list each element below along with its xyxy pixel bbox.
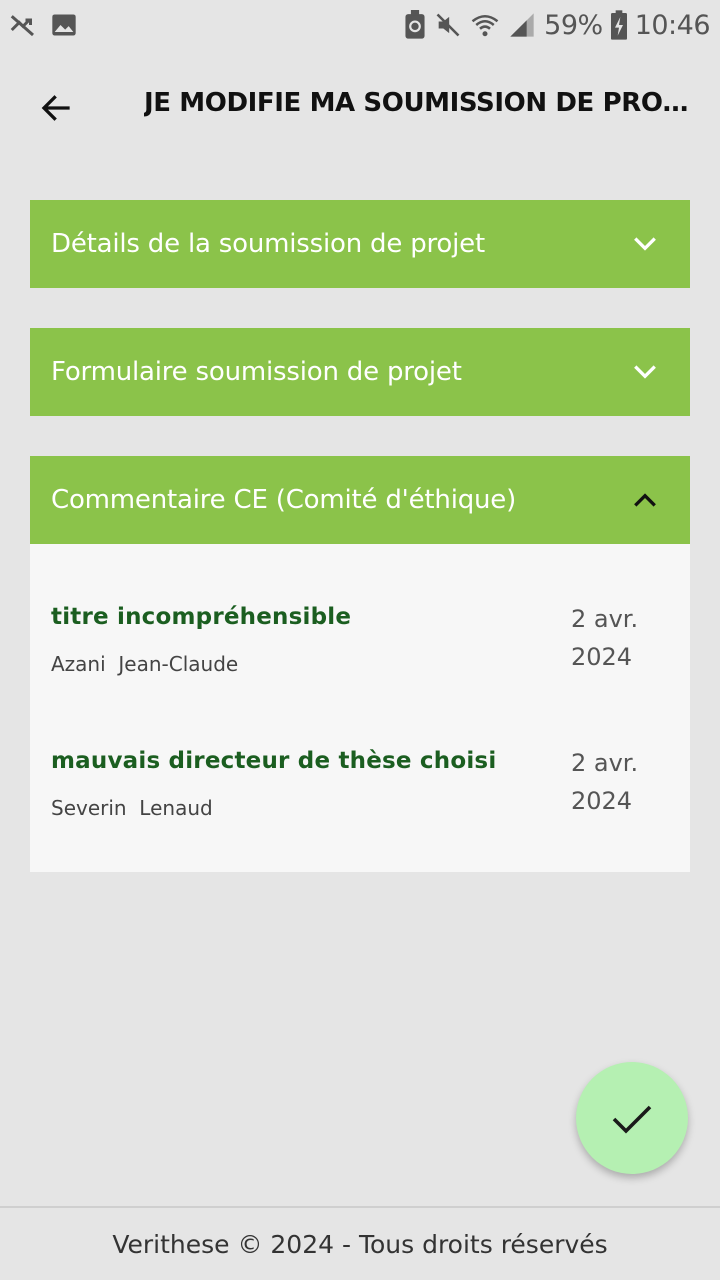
comment-date: 2 avr. 2024 xyxy=(571,744,661,820)
clock: 10:46 xyxy=(634,9,711,41)
back-button[interactable] xyxy=(28,80,84,136)
check-icon xyxy=(612,1105,652,1134)
panel-header-formulaire[interactable]: Formulaire soumission de projet xyxy=(30,328,690,416)
comment-author: Azani Jean-Claude xyxy=(51,652,239,676)
comment-title: titre incompréhensible xyxy=(51,604,352,630)
screen: 59% 10:46 JE MODIFIE MA SOUMISSION DE PR… xyxy=(0,0,720,1280)
chevron-up-icon xyxy=(630,485,660,515)
cell-signal-icon xyxy=(508,11,536,39)
status-bar: 59% 10:46 xyxy=(0,0,720,50)
comment-date-day: 2 avr. xyxy=(571,749,639,777)
panel-body-commentaire: titre incompréhensible Azani Jean-Claude… xyxy=(30,544,690,872)
comment-date-year: 2024 xyxy=(571,643,633,671)
comment-date: 2 avr. 2024 xyxy=(571,600,661,676)
app-bar: JE MODIFIE MA SOUMISSION DE PROJ... xyxy=(0,60,720,152)
comment-date-year: 2024 xyxy=(571,787,633,815)
comment-title: mauvais directeur de thèse choisi xyxy=(51,748,497,774)
panel-header-commentaire[interactable]: Commentaire CE (Comité d'éthique) xyxy=(30,456,690,544)
panel-title-details: Détails de la soumission de projet xyxy=(51,229,485,259)
comment-author: Severin Lenaud xyxy=(51,796,213,820)
panel-header-details[interactable]: Détails de la soumission de projet xyxy=(30,200,690,288)
confirm-fab-button[interactable] xyxy=(576,1062,688,1174)
list-item[interactable]: titre incompréhensible Azani Jean-Claude… xyxy=(51,604,671,714)
page-title: JE MODIFIE MA SOUMISSION DE PROJ... xyxy=(144,88,689,118)
arrow-left-icon xyxy=(41,95,70,121)
battery-percent: 59% xyxy=(544,9,603,41)
status-right: 59% 10:46 xyxy=(404,9,711,41)
chevron-down-icon xyxy=(630,229,660,259)
footer-copyright: Verithese © 2024 - Tous droits réservés xyxy=(112,1229,608,1259)
panel-title-formulaire: Formulaire soumission de projet xyxy=(51,357,462,387)
chevron-down-icon xyxy=(630,357,660,387)
mute-icon xyxy=(434,11,462,39)
battery-charging-icon xyxy=(610,10,627,40)
wifi-icon xyxy=(470,10,500,40)
image-icon xyxy=(50,11,78,39)
comment-date-day: 2 avr. xyxy=(571,605,639,633)
recycle-icon xyxy=(404,10,426,40)
footer: Verithese © 2024 - Tous droits réservés xyxy=(0,1206,720,1280)
signal-off-icon xyxy=(8,10,38,40)
panel-title-commentaire: Commentaire CE (Comité d'éthique) xyxy=(51,485,517,515)
status-left xyxy=(8,10,78,40)
list-item[interactable]: mauvais directeur de thèse choisi Severi… xyxy=(51,748,671,858)
